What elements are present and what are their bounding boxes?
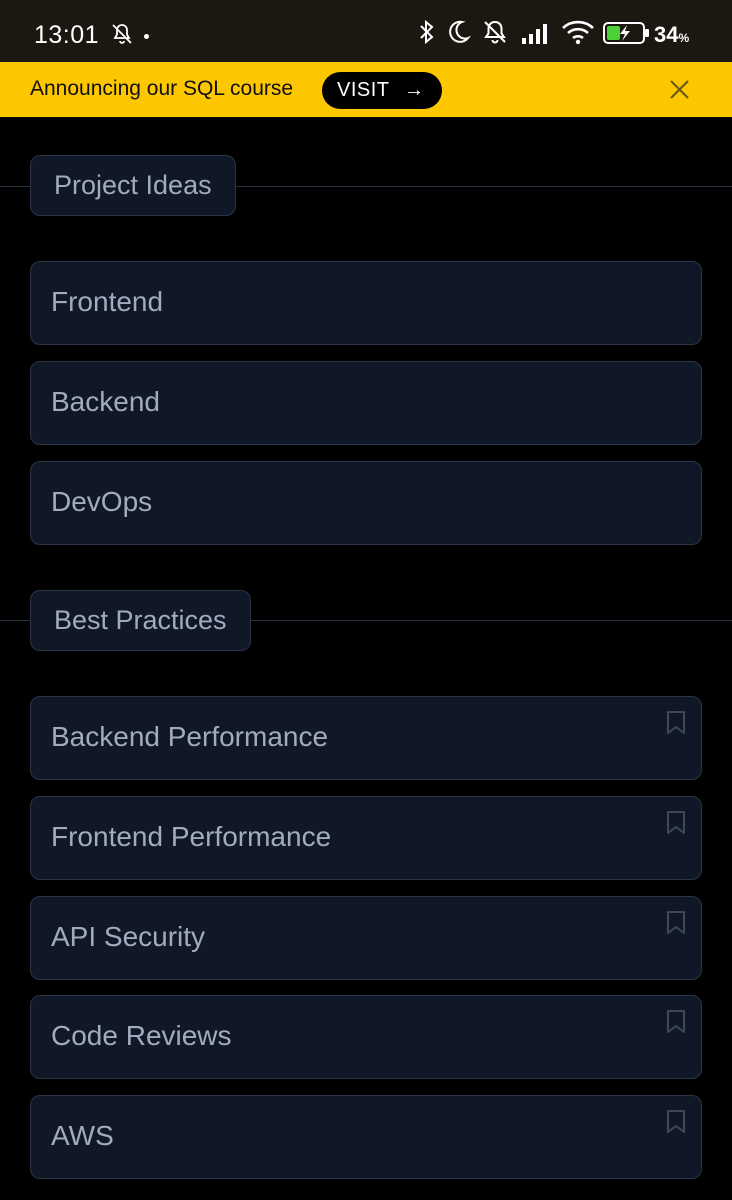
visit-button-label: VISIT [337, 79, 390, 101]
card-label: Frontend [51, 286, 164, 317]
card-label: Frontend Performance [51, 821, 332, 852]
card-api-security[interactable]: API Security [30, 896, 702, 980]
bookmark-icon[interactable] [665, 710, 687, 736]
moon-icon [449, 20, 471, 43]
status-dot [144, 34, 149, 39]
card-label: DevOps [51, 486, 153, 517]
card-label: Backend Performance [51, 721, 329, 752]
notifications-off-icon [112, 24, 132, 44]
visit-button[interactable]: VISIT → [322, 72, 442, 109]
status-time: 13:01 [34, 21, 100, 49]
status-bar: 13:01 34% [0, 0, 732, 62]
card-backend-performance[interactable]: Backend Performance [30, 696, 702, 780]
bookmark-icon[interactable] [665, 810, 687, 836]
announcement-banner: Announcing our SQL course VISIT → [0, 62, 732, 117]
bookmark-icon[interactable] [665, 1109, 687, 1135]
card-code-reviews[interactable]: Code Reviews [30, 995, 702, 1079]
signal-icon [522, 24, 547, 44]
battery-charging-icon [603, 22, 649, 44]
card-aws[interactable]: AWS [30, 1095, 702, 1179]
bookmark-icon[interactable] [665, 1009, 687, 1035]
card-devops[interactable]: DevOps [30, 461, 702, 545]
card-label: Code Reviews [51, 1020, 232, 1051]
close-icon[interactable] [666, 76, 693, 103]
banner-text: Announcing our SQL course [30, 77, 294, 100]
bookmark-icon[interactable] [665, 910, 687, 936]
bluetooth-icon [420, 19, 434, 45]
card-frontend[interactable]: Frontend [30, 261, 702, 345]
battery-percent: 34% [654, 22, 690, 47]
card-label: AWS [51, 1120, 114, 1151]
arrow-right-icon: → [404, 79, 425, 101]
section-title-best-practices: Best Practices [30, 590, 251, 651]
card-label: API Security [51, 921, 206, 952]
section-title-project-ideas: Project Ideas [30, 155, 236, 216]
card-frontend-performance[interactable]: Frontend Performance [30, 796, 702, 880]
card-label: Backend [51, 386, 160, 417]
wifi-icon [562, 20, 594, 45]
silent-bell-icon [484, 20, 506, 44]
card-backend[interactable]: Backend [30, 361, 702, 445]
